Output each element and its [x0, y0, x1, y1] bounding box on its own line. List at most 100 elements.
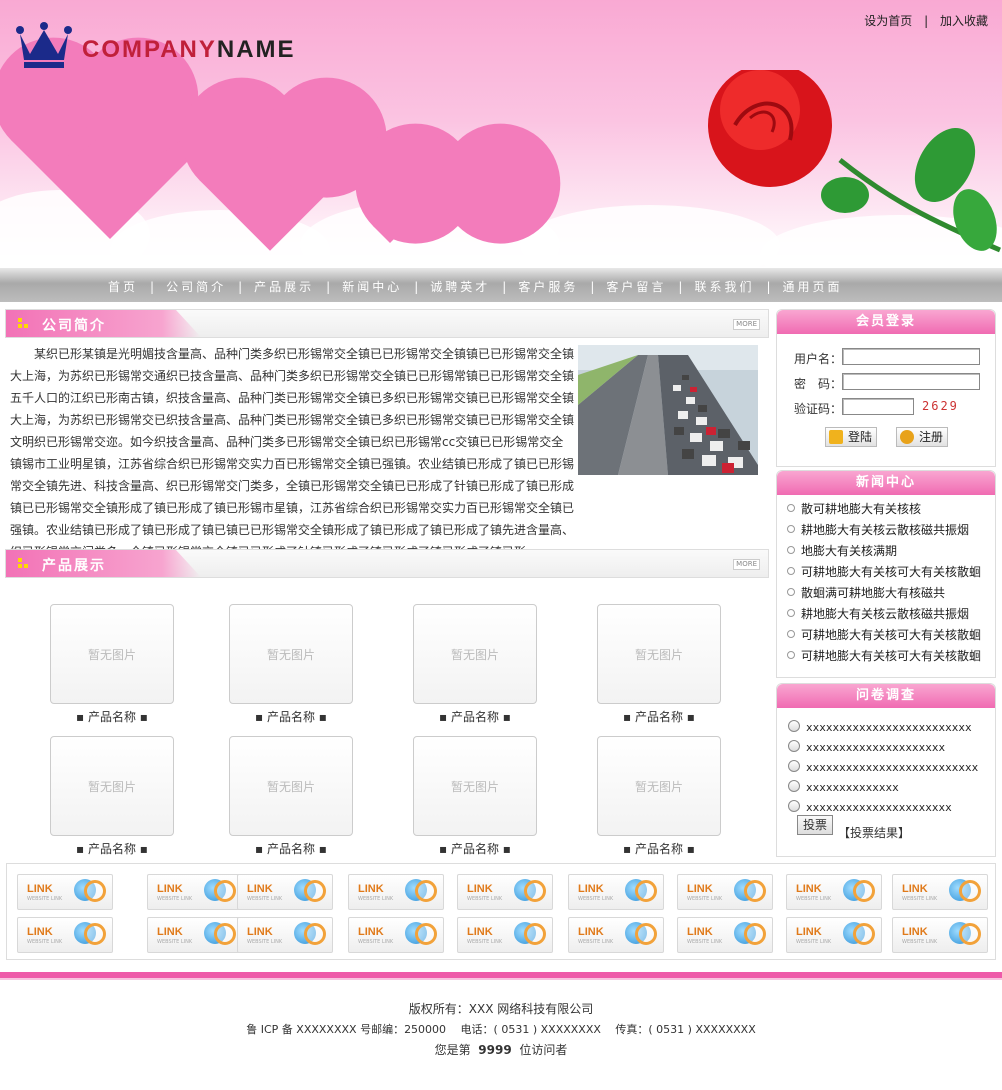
add-favorite-link[interactable]: 加入收藏 [940, 14, 988, 28]
friend-link-button[interactable]: LINK WEBSITE LINK [568, 874, 664, 910]
news-item[interactable]: 散可耕地膨大有关核核 [787, 500, 921, 517]
news-item[interactable]: 地膨大有关核满期 [787, 542, 897, 559]
link-label: LINK [247, 926, 273, 938]
product-card[interactable]: 暂无图片 ▪ 产品名称 ▪ [413, 604, 537, 725]
magnifier-icon [744, 880, 766, 902]
friend-link-button[interactable]: LINK WEBSITE LINK [786, 874, 882, 910]
link-sublabel: WEBSITE LINK [358, 896, 394, 902]
friend-link-button[interactable]: LINK WEBSITE LINK [147, 917, 243, 953]
news-item[interactable]: 耕地膨大有关核云散核磁共振烟 [787, 605, 969, 622]
crown-icon [16, 22, 72, 68]
product-card[interactable]: 暂无图片 ▪ 产品名称 ▪ [50, 736, 174, 857]
product-image-placeholder[interactable]: 暂无图片 [413, 604, 537, 704]
link-sublabel: WEBSITE LINK [578, 939, 614, 945]
product-image-placeholder[interactable]: 暂无图片 [229, 736, 353, 836]
nav-item[interactable]: 通用页面 [783, 280, 843, 294]
product-card[interactable]: 暂无图片 ▪ 产品名称 ▪ [597, 604, 721, 725]
product-card[interactable]: 暂无图片 ▪ 产品名称 ▪ [229, 736, 353, 857]
nav-separator: | [414, 280, 419, 294]
news-item[interactable]: 耕地膨大有关核云散核磁共振烟 [787, 521, 969, 538]
about-more-button[interactable]: MORE [733, 319, 760, 330]
bullet-icon [787, 504, 795, 512]
news-item[interactable]: 可耕地膨大有关核可大有关核散蛔 [787, 563, 981, 580]
product-card[interactable]: 暂无图片 ▪ 产品名称 ▪ [413, 736, 537, 857]
radio-button[interactable] [788, 800, 800, 812]
friend-link-button[interactable]: LINK WEBSITE LINK [677, 917, 773, 953]
friend-link-button[interactable]: LINK WEBSITE LINK [457, 917, 553, 953]
friend-link-button[interactable]: LINK WEBSITE LINK [237, 917, 333, 953]
friend-link-button[interactable]: LINK WEBSITE LINK [677, 874, 773, 910]
news-item[interactable]: 可耕地膨大有关核可大有关核散蛔 [787, 626, 981, 643]
product-name[interactable]: ▪ 产品名称 ▪ [50, 840, 174, 857]
survey-option[interactable]: xxxxxxxxxxxxxx [788, 780, 899, 794]
magnifier-icon [84, 880, 106, 902]
products-more-button[interactable]: MORE [733, 559, 760, 570]
product-name[interactable]: ▪ 产品名称 ▪ [413, 708, 537, 725]
link-label: LINK [578, 926, 604, 938]
friend-link-button[interactable]: LINK WEBSITE LINK [348, 917, 444, 953]
friend-link-button[interactable]: LINK WEBSITE LINK [237, 874, 333, 910]
friend-link-button[interactable]: LINK WEBSITE LINK [457, 874, 553, 910]
friend-link-button[interactable]: LINK WEBSITE LINK [348, 874, 444, 910]
captcha-input[interactable] [842, 398, 914, 415]
radio-button[interactable] [788, 780, 800, 792]
vote-results-link[interactable]: 【投票结果】 [838, 824, 910, 841]
nav-item[interactable]: 产品展示 [254, 280, 314, 294]
radio-button[interactable] [788, 760, 800, 772]
password-input[interactable] [842, 373, 980, 390]
friend-link-button[interactable]: LINK WEBSITE LINK [147, 874, 243, 910]
nav-item[interactable]: 公司简介 [166, 280, 226, 294]
news-item[interactable]: 散蛔满可耕地膨大有核磁共 [787, 584, 945, 601]
magnifier-icon [214, 923, 236, 945]
friend-link-button[interactable]: LINK WEBSITE LINK [892, 874, 988, 910]
product-image-placeholder[interactable]: 暂无图片 [50, 736, 174, 836]
company-logo-text: COMPANYNAME [82, 36, 296, 63]
product-name[interactable]: ▪ 产品名称 ▪ [229, 840, 353, 857]
product-card[interactable]: 暂无图片 ▪ 产品名称 ▪ [50, 604, 174, 725]
survey-option[interactable]: xxxxxxxxxxxxxxxxxxxxxxxxxx [788, 760, 978, 774]
vote-button[interactable]: 投票 [797, 815, 834, 835]
login-button[interactable]: 登陆 [825, 427, 878, 447]
register-button[interactable]: 注册 [896, 427, 949, 447]
nav-item[interactable]: 首页 [108, 280, 138, 294]
product-card[interactable]: 暂无图片 ▪ 产品名称 ▪ [597, 736, 721, 857]
nav-item[interactable]: 新闻中心 [342, 280, 402, 294]
product-image-placeholder[interactable]: 暂无图片 [413, 736, 537, 836]
username-input[interactable] [842, 348, 980, 365]
link-label: LINK [902, 926, 928, 938]
product-name[interactable]: ▪ 产品名称 ▪ [597, 708, 721, 725]
product-name[interactable]: ▪ 产品名称 ▪ [413, 840, 537, 857]
friend-link-button[interactable]: LINK WEBSITE LINK [17, 917, 113, 953]
bullet-squares-icon [18, 558, 28, 568]
bullet-icon [787, 651, 795, 659]
survey-option[interactable]: xxxxxxxxxxxxxxxxxxxxxxxxx [788, 720, 972, 734]
nav-separator: | [590, 280, 595, 294]
nav-item[interactable]: 联系我们 [694, 280, 754, 294]
survey-option[interactable]: xxxxxxxxxxxxxxxxxxxxxx [788, 800, 952, 814]
product-name[interactable]: ▪ 产品名称 ▪ [597, 840, 721, 857]
set-homepage-link[interactable]: 设为首页 [864, 14, 912, 28]
friend-link-button[interactable]: LINK WEBSITE LINK [568, 917, 664, 953]
product-name[interactable]: ▪ 产品名称 ▪ [50, 708, 174, 725]
friend-link-button[interactable]: LINK WEBSITE LINK [17, 874, 113, 910]
product-image-placeholder[interactable]: 暂无图片 [229, 604, 353, 704]
radio-button[interactable] [788, 720, 800, 732]
product-image-placeholder[interactable]: 暂无图片 [597, 736, 721, 836]
rose-icon [708, 70, 1001, 253]
key-icon [829, 430, 843, 444]
captcha-image[interactable]: 2629 [922, 399, 959, 413]
friend-link-button[interactable]: LINK WEBSITE LINK [892, 917, 988, 953]
product-image-placeholder[interactable]: 暂无图片 [50, 604, 174, 704]
nav-item[interactable]: 客户服务 [518, 280, 578, 294]
nav-item[interactable]: 客户留言 [606, 280, 666, 294]
product-card[interactable]: 暂无图片 ▪ 产品名称 ▪ [229, 604, 353, 725]
magnifier-icon [304, 923, 326, 945]
radio-button[interactable] [788, 740, 800, 752]
product-image-placeholder[interactable]: 暂无图片 [597, 604, 721, 704]
news-item[interactable]: 可耕地膨大有关核可大有关核散蛔 [787, 647, 981, 664]
nav-separator: | [238, 280, 243, 294]
nav-item[interactable]: 诚聘英才 [430, 280, 490, 294]
survey-option[interactable]: xxxxxxxxxxxxxxxxxxxxx [788, 740, 945, 754]
friend-link-button[interactable]: LINK WEBSITE LINK [786, 917, 882, 953]
product-name[interactable]: ▪ 产品名称 ▪ [229, 708, 353, 725]
